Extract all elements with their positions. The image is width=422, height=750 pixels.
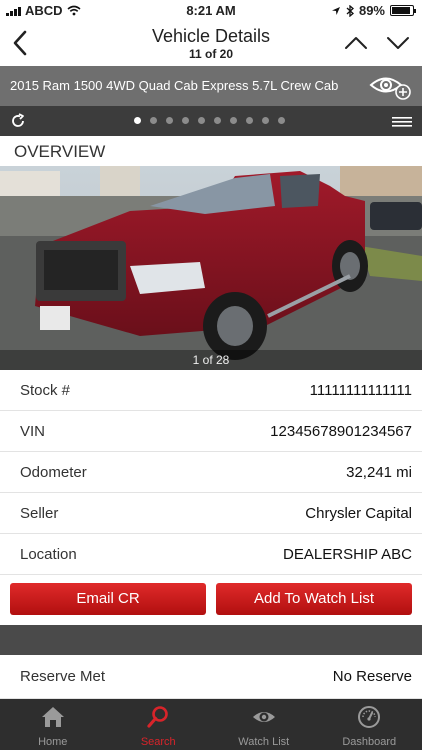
home-icon: [41, 707, 64, 727]
section-divider: [0, 625, 422, 655]
seller-label: Seller: [20, 505, 59, 522]
tab-home[interactable]: Home: [0, 699, 106, 750]
action-buttons: Email CR Add To Watch List: [0, 575, 422, 625]
gauge-icon: [358, 706, 381, 728]
stock-value: 11111111111111: [309, 382, 412, 399]
tab-watch-list-label: Watch List: [238, 736, 290, 748]
carousel-dot[interactable]: [150, 117, 157, 124]
detail-row-odometer: Odometer 32,241 mi: [0, 452, 422, 493]
carousel-dot[interactable]: [262, 117, 269, 124]
tab-watch-list[interactable]: Watch List: [211, 699, 317, 750]
tab-search[interactable]: Search: [106, 699, 212, 750]
carousel-dot[interactable]: [278, 117, 285, 124]
odometer-value: 32,241 mi: [346, 464, 412, 481]
carousel-dot[interactable]: [134, 117, 141, 124]
vehicle-photo[interactable]: 1 of 28: [0, 166, 422, 370]
vehicle-photo-image: [0, 166, 422, 370]
overview-title: OVERVIEW: [14, 142, 106, 161]
previous-vehicle-chevron-up-icon[interactable]: [342, 32, 370, 54]
photo-carousel-bar: [0, 106, 422, 136]
seller-value: Chrysler Capital: [305, 505, 412, 522]
carousel-dot[interactable]: [246, 117, 253, 124]
add-to-watch-list-button[interactable]: Add To Watch List: [216, 583, 412, 615]
detail-row-stock: Stock # 11111111111111: [0, 370, 422, 411]
overview-header: OVERVIEW: [0, 136, 422, 166]
menu-icon[interactable]: [392, 117, 412, 127]
detail-row-seller: Seller Chrysler Capital: [0, 493, 422, 534]
detail-row-vin: VIN 12345678901234567: [0, 411, 422, 452]
location-value: DEALERSHIP ABC: [283, 546, 412, 563]
add-to-watch-eye-icon[interactable]: [368, 70, 412, 102]
tab-dashboard[interactable]: Dashboard: [317, 699, 422, 750]
status-right: 89%: [331, 3, 416, 18]
navigation-bar: Vehicle Details 11 of 20: [0, 22, 422, 66]
carousel-dot[interactable]: [166, 117, 173, 124]
battery-fill: [392, 7, 410, 14]
tab-home-label: Home: [38, 736, 68, 748]
carousel-dot[interactable]: [182, 117, 189, 124]
stock-label: Stock #: [20, 382, 71, 399]
reserve-value: No Reserve: [332, 668, 412, 685]
vin-value: 12345678901234567: [270, 423, 412, 440]
battery-percent: 89%: [358, 3, 385, 18]
vin-label: VIN: [20, 423, 46, 440]
carousel-dots: [134, 117, 285, 124]
eye-icon: [252, 712, 275, 722]
refresh-icon[interactable]: [10, 113, 26, 129]
photo-counter: 1 of 28: [0, 350, 422, 370]
vehicle-title-bar: 2015 Ram 1500 4WD Quad Cab Express 5.7L …: [0, 66, 422, 106]
carousel-dot[interactable]: [214, 117, 221, 124]
email-cr-button[interactable]: Email CR: [10, 583, 206, 615]
vehicle-name: 2015 Ram 1500 4WD Quad Cab Express 5.7L …: [10, 78, 339, 93]
reserve-label: Reserve Met: [20, 668, 106, 685]
location-label: Location: [20, 546, 77, 563]
next-vehicle-chevron-down-icon[interactable]: [384, 32, 412, 54]
carousel-dot[interactable]: [198, 117, 205, 124]
bluetooth-icon: [346, 4, 354, 17]
odometer-label: Odometer: [20, 464, 87, 481]
search-icon: [147, 706, 169, 728]
location-arrow-icon: [331, 6, 340, 15]
detail-row-reserve: Reserve Met No Reserve: [0, 655, 422, 699]
detail-row-location: Location DEALERSHIP ABC: [0, 534, 422, 575]
tab-search-label: Search: [140, 736, 176, 748]
battery-icon: [390, 5, 416, 16]
carousel-dot[interactable]: [230, 117, 237, 124]
tab-dashboard-label: Dashboard: [342, 736, 397, 748]
tab-bar: Home Search Watch List Dashboard: [0, 699, 422, 750]
vehicle-details-list: Stock # 11111111111111 VIN 1234567890123…: [0, 370, 422, 575]
status-bar: ABCD 8:21 AM 89%: [0, 0, 422, 22]
